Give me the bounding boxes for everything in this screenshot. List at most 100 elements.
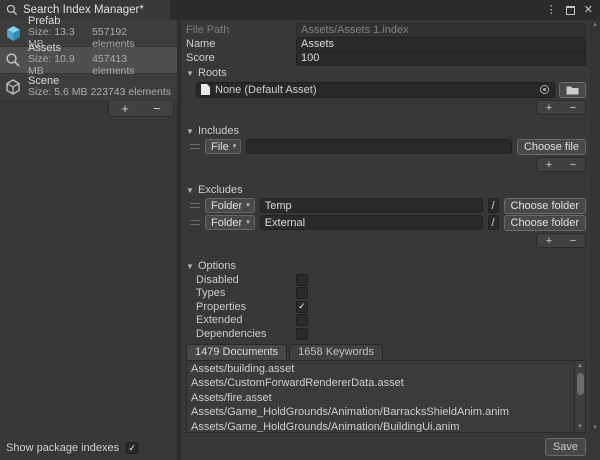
option-row-types: Types xyxy=(196,287,586,301)
tab-keywords[interactable]: 1658 Keywords xyxy=(289,344,383,360)
score-field[interactable]: 100 xyxy=(296,51,586,66)
exclude-type-dropdown[interactable]: Folder ▾ xyxy=(205,198,255,213)
option-row-extended: Extended xyxy=(196,314,586,328)
save-button[interactable]: Save xyxy=(545,438,586,456)
choose-folder-button[interactable]: Choose folder xyxy=(504,198,587,214)
name-label: Name xyxy=(186,38,296,50)
foldout-arrow-icon: ▼ xyxy=(186,127,195,136)
document-item[interactable]: Assets/Game_HoldGrounds/Animation/Buildi… xyxy=(187,420,573,433)
index-inspector: File Path Assets/Assets 1.index Name Ass… xyxy=(181,20,600,460)
options-label: Options xyxy=(198,260,236,272)
option-label: Dependencies xyxy=(196,328,296,340)
inspector-scrollbar[interactable]: ▲ ▼ xyxy=(590,20,600,433)
excludes-label: Excludes xyxy=(198,184,243,196)
result-tabs: 1479 Documents 1658 Keywords xyxy=(186,344,586,360)
prefab-cube-icon xyxy=(4,24,22,42)
file-path-field: Assets/Assets 1.index xyxy=(296,23,586,38)
properties-checkbox[interactable]: ✓ xyxy=(296,301,308,313)
drag-handle-icon[interactable] xyxy=(190,144,200,149)
path-separator: / xyxy=(488,198,499,213)
exclude-row: Folder ▾ External / Choose folder xyxy=(190,215,586,230)
index-sidebar: Prefab Size: 13.3 MB 557192 elements Ass… xyxy=(0,20,181,460)
exclude-type-value: Folder xyxy=(211,200,242,212)
window-controls: ⋮ ✕ xyxy=(546,0,600,20)
index-item-assets[interactable]: Assets Size: 10.9 MB 457413 elements xyxy=(0,47,177,74)
option-label: Properties xyxy=(196,301,296,313)
foldout-arrow-icon: ▼ xyxy=(186,69,195,78)
roots-foldout[interactable]: ▼ Roots xyxy=(186,66,586,80)
object-picker-icon[interactable] xyxy=(540,85,549,94)
excludes-foldout[interactable]: ▼ Excludes xyxy=(186,183,586,197)
option-row-dependencies: Dependencies xyxy=(196,327,586,341)
chevron-down-icon: ▾ xyxy=(233,143,237,150)
chevron-down-icon: ▾ xyxy=(246,219,250,226)
score-row: Score 100 xyxy=(186,51,586,65)
document-item[interactable]: Assets/CustomForwardRendererData.asset xyxy=(187,376,573,391)
exclude-path-field[interactable]: External xyxy=(260,215,483,230)
add-index-button[interactable]: + xyxy=(115,102,135,115)
include-type-dropdown[interactable]: File ▾ xyxy=(205,139,241,154)
index-item-scene[interactable]: Scene Size: 5.6 MB 223743 elements xyxy=(0,74,177,101)
search-icon xyxy=(6,4,18,16)
add-include-button[interactable]: + xyxy=(546,159,552,171)
includes-foldout[interactable]: ▼ Includes xyxy=(186,124,586,138)
search-index-manager-window: Search Index Manager* ⋮ ✕ Prefab xyxy=(0,0,600,460)
index-size: Size: 5.6 MB xyxy=(28,87,88,99)
tab-documents[interactable]: 1479 Documents xyxy=(186,344,287,360)
exclude-type-value: Folder xyxy=(211,217,242,229)
disabled-checkbox[interactable] xyxy=(296,274,308,286)
option-row-properties: Properties ✓ xyxy=(196,300,586,314)
file-path-label: File Path xyxy=(186,24,296,36)
include-row: File ▾ Choose file xyxy=(190,139,586,154)
option-label: Extended xyxy=(196,314,296,326)
remove-exclude-button[interactable]: − xyxy=(570,235,576,247)
root-object-value: None (Default Asset) xyxy=(215,84,317,96)
asset-doc-icon xyxy=(201,84,210,95)
exclude-path-field[interactable]: Temp xyxy=(260,198,483,213)
magnifier-icon xyxy=(4,51,22,69)
exclude-type-dropdown[interactable]: Folder ▾ xyxy=(205,215,255,230)
types-checkbox[interactable] xyxy=(296,287,308,299)
scroll-down-icon[interactable]: ▼ xyxy=(577,422,583,432)
add-exclude-button[interactable]: + xyxy=(546,235,552,247)
options-foldout[interactable]: ▼ Options xyxy=(186,259,586,273)
index-elements: 223743 elements xyxy=(90,87,171,99)
option-label: Types xyxy=(196,287,296,299)
show-package-indexes-checkbox[interactable]: ✓ xyxy=(126,442,138,454)
root-object-field[interactable]: None (Default Asset) xyxy=(196,82,555,98)
show-package-indexes-label: Show package indexes xyxy=(6,442,119,454)
document-item[interactable]: Assets/Game_HoldGrounds/Animation/Barrac… xyxy=(187,405,573,420)
document-item[interactable]: Assets/fire.asset xyxy=(187,391,573,406)
exclude-row: Folder ▾ Temp / Choose folder xyxy=(190,198,586,213)
include-type-value: File xyxy=(211,141,229,153)
close-icon[interactable]: ✕ xyxy=(584,5,593,16)
includes-list-controls: + − xyxy=(536,157,586,172)
scroll-up-icon[interactable]: ▲ xyxy=(577,361,583,371)
document-item[interactable]: Assets/building.asset xyxy=(187,362,573,377)
documents-list: Assets/building.asset Assets/CustomForwa… xyxy=(186,360,586,434)
drag-handle-icon[interactable] xyxy=(190,220,200,225)
excludes-list-controls: + − xyxy=(536,233,586,248)
documents-scrollbar[interactable]: ▲ ▼ xyxy=(574,361,585,433)
drag-handle-icon[interactable] xyxy=(190,203,200,208)
maximize-icon[interactable] xyxy=(566,6,575,15)
score-label: Score xyxy=(186,52,296,64)
dependencies-checkbox[interactable] xyxy=(296,328,308,340)
option-label: Disabled xyxy=(196,274,296,286)
choose-folder-button[interactable]: Choose folder xyxy=(504,215,587,231)
kebab-menu-icon[interactable]: ⋮ xyxy=(546,5,557,16)
scroll-down-icon[interactable]: ▼ xyxy=(592,425,598,431)
remove-include-button[interactable]: − xyxy=(570,159,576,171)
include-path-field[interactable] xyxy=(246,139,512,154)
scrollbar-thumb[interactable] xyxy=(577,373,584,395)
extended-checkbox[interactable] xyxy=(296,314,308,326)
name-field[interactable]: Assets xyxy=(296,37,586,52)
remove-root-button[interactable]: − xyxy=(570,102,576,114)
inspector-bottombar: Save xyxy=(186,433,586,460)
add-root-button[interactable]: + xyxy=(546,102,552,114)
remove-index-button[interactable]: − xyxy=(147,102,167,115)
scroll-up-icon[interactable]: ▲ xyxy=(592,22,598,28)
includes-label: Includes xyxy=(198,125,239,137)
root-folder-button[interactable] xyxy=(559,82,586,98)
choose-file-button[interactable]: Choose file xyxy=(517,139,586,155)
